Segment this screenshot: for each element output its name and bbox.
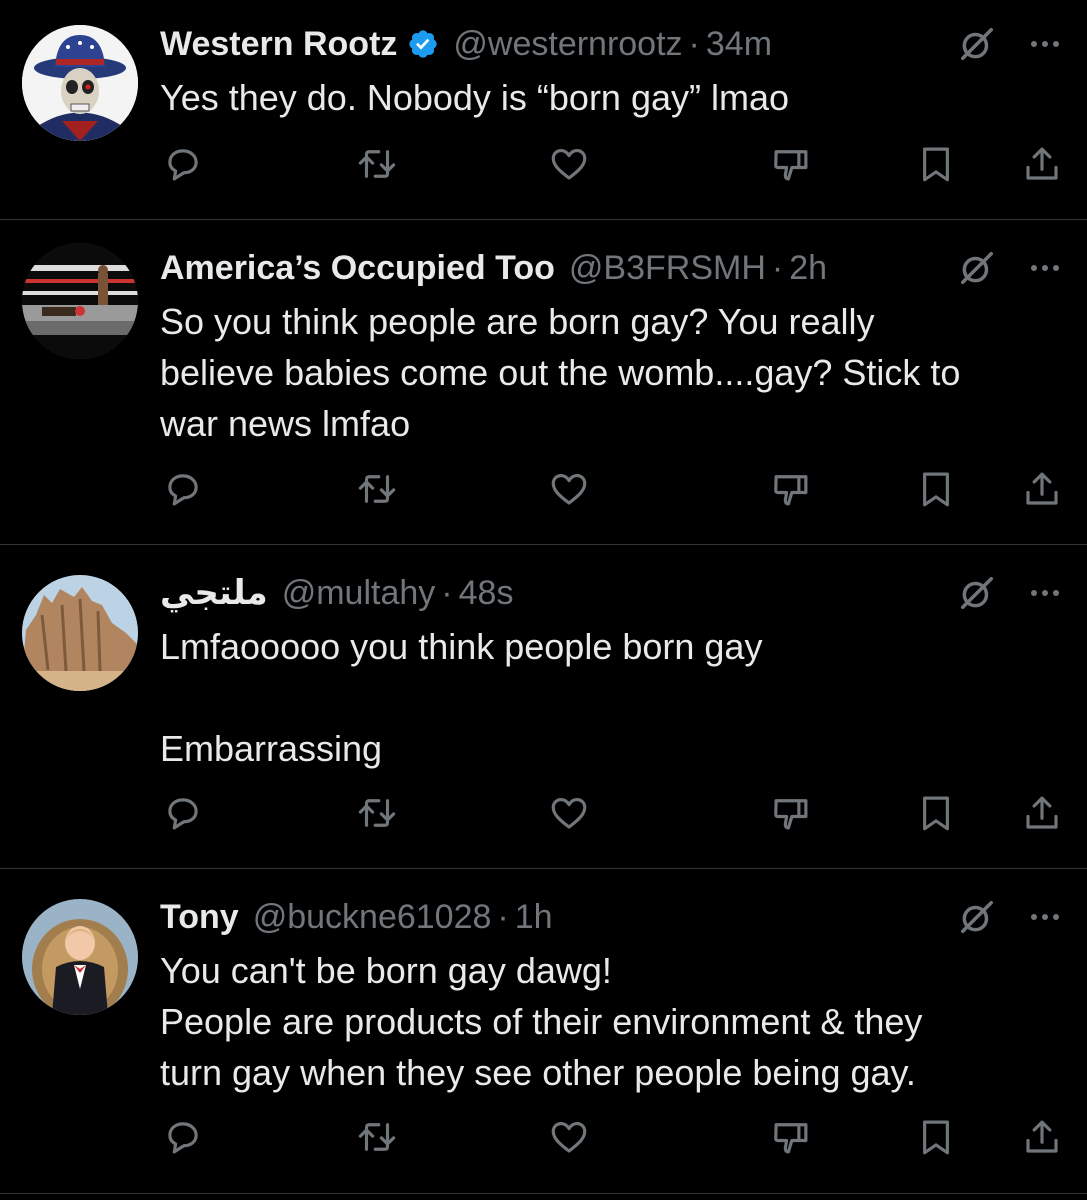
tweet-text: So you think people are born gay? You re…: [160, 296, 1057, 449]
separator-dot: ·: [771, 248, 784, 287]
more-icon[interactable]: [1023, 573, 1067, 613]
tweet-text-line: Lmfaooooo you think people born gay: [160, 626, 763, 667]
retweet-icon[interactable]: [353, 789, 401, 837]
reply-feed: Western Rootz @westernrootz · 34m Yes th…: [0, 0, 1087, 1194]
share-icon[interactable]: [1018, 789, 1066, 837]
tweet-text: Lmfaooooo you think people born gay Emba…: [160, 621, 1057, 774]
avatar[interactable]: [22, 25, 138, 141]
like-icon[interactable]: [545, 465, 593, 513]
grok-icon[interactable]: [957, 897, 997, 937]
tweet-text: You can't be born gay dawg! People are p…: [160, 945, 1057, 1098]
reply-icon[interactable]: [159, 789, 207, 837]
desert-cliff-avatar-image: [22, 575, 138, 691]
tweet-text-line: You can't be born gay dawg!: [160, 950, 612, 991]
display-name[interactable]: Tony: [160, 898, 239, 937]
user-handle[interactable]: @B3FRSMH: [569, 249, 766, 288]
child-portrait-avatar-image: [22, 899, 138, 1015]
separator-dot: ·: [688, 24, 700, 63]
user-handle[interactable]: @multahy: [282, 574, 436, 613]
user-handle[interactable]: @buckne61028: [253, 898, 492, 937]
like-icon[interactable]: [545, 789, 593, 837]
bookmark-icon[interactable]: [912, 140, 960, 188]
more-icon[interactable]: [1023, 24, 1067, 64]
tweet-text-line: Embarrassing: [160, 728, 383, 769]
tweet[interactable]: America’s Occupied Too @B3FRSMH · 2h So …: [0, 220, 1087, 545]
tweet[interactable]: ملتجي @multahy · 48s Lmfaooooo you think…: [0, 545, 1087, 869]
tweet-text-line: People are products of their environment…: [160, 1001, 923, 1042]
boxing-match-avatar-image: [22, 243, 138, 359]
bookmark-icon[interactable]: [912, 465, 960, 513]
action-bar: [0, 465, 1087, 513]
downvote-icon[interactable]: [767, 789, 815, 837]
share-icon[interactable]: [1018, 140, 1066, 188]
timestamp[interactable]: 48s: [459, 574, 514, 613]
downvote-icon[interactable]: [767, 140, 815, 188]
grok-icon[interactable]: [957, 24, 997, 64]
tweet-header: Tony @buckne61028 · 1h: [160, 897, 1087, 937]
tweet[interactable]: Western Rootz @westernrootz · 34m Yes th…: [0, 0, 1087, 220]
action-bar: [0, 1113, 1087, 1161]
tweet-text: Yes they do. Nobody is “born gay” lmao: [160, 72, 1057, 123]
timestamp[interactable]: 34m: [706, 25, 772, 64]
reply-icon[interactable]: [159, 1113, 207, 1161]
share-icon[interactable]: [1018, 1113, 1066, 1161]
action-bar: [0, 140, 1087, 188]
bookmark-icon[interactable]: [912, 789, 960, 837]
separator-dot: ·: [497, 897, 509, 936]
grok-icon[interactable]: [957, 573, 997, 613]
tweet-header: ملتجي @multahy · 48s: [160, 573, 1087, 613]
tweet-text-line: Yes they do. Nobody is “born gay” lmao: [160, 77, 790, 118]
reply-icon[interactable]: [159, 465, 207, 513]
like-icon[interactable]: [545, 1113, 593, 1161]
tweet-text-line: turn gay when they see other people bein…: [160, 1052, 916, 1093]
display-name[interactable]: ملتجي: [160, 573, 268, 613]
timestamp[interactable]: 1h: [515, 898, 553, 937]
tweet-text-line: war news lmfao: [160, 403, 411, 444]
more-icon[interactable]: [1023, 248, 1067, 288]
downvote-icon[interactable]: [767, 465, 815, 513]
tweet[interactable]: Tony @buckne61028 · 1h You can't be born…: [0, 869, 1087, 1194]
display-name[interactable]: Western Rootz: [160, 25, 397, 64]
tweet-text-line: [160, 672, 1057, 723]
retweet-icon[interactable]: [353, 465, 401, 513]
downvote-icon[interactable]: [767, 1113, 815, 1161]
tweet-header: America’s Occupied Too @B3FRSMH · 2h: [160, 248, 1087, 288]
action-bar: [0, 789, 1087, 837]
retweet-icon[interactable]: [353, 140, 401, 188]
skull-cowboy-avatar-image: [22, 25, 138, 141]
bookmark-icon[interactable]: [912, 1113, 960, 1161]
separator-dot: ·: [441, 573, 453, 612]
share-icon[interactable]: [1018, 465, 1066, 513]
user-handle[interactable]: @westernrootz: [453, 25, 682, 64]
avatar[interactable]: [22, 575, 138, 691]
tweet-header: Western Rootz @westernrootz · 34m: [160, 24, 1087, 64]
avatar[interactable]: [22, 899, 138, 1015]
avatar[interactable]: [22, 243, 138, 359]
display-name[interactable]: America’s Occupied Too: [160, 249, 555, 288]
reply-icon[interactable]: [159, 140, 207, 188]
retweet-icon[interactable]: [353, 1113, 401, 1161]
verified-badge-icon: [407, 28, 439, 60]
tweet-text-line: So you think people are born gay? You re…: [160, 301, 875, 342]
more-icon[interactable]: [1023, 897, 1067, 937]
tweet-text-line: believe babies come out the womb....gay?…: [160, 352, 961, 393]
like-icon[interactable]: [545, 140, 593, 188]
timestamp[interactable]: 2h: [789, 249, 827, 288]
grok-icon[interactable]: [957, 248, 997, 288]
